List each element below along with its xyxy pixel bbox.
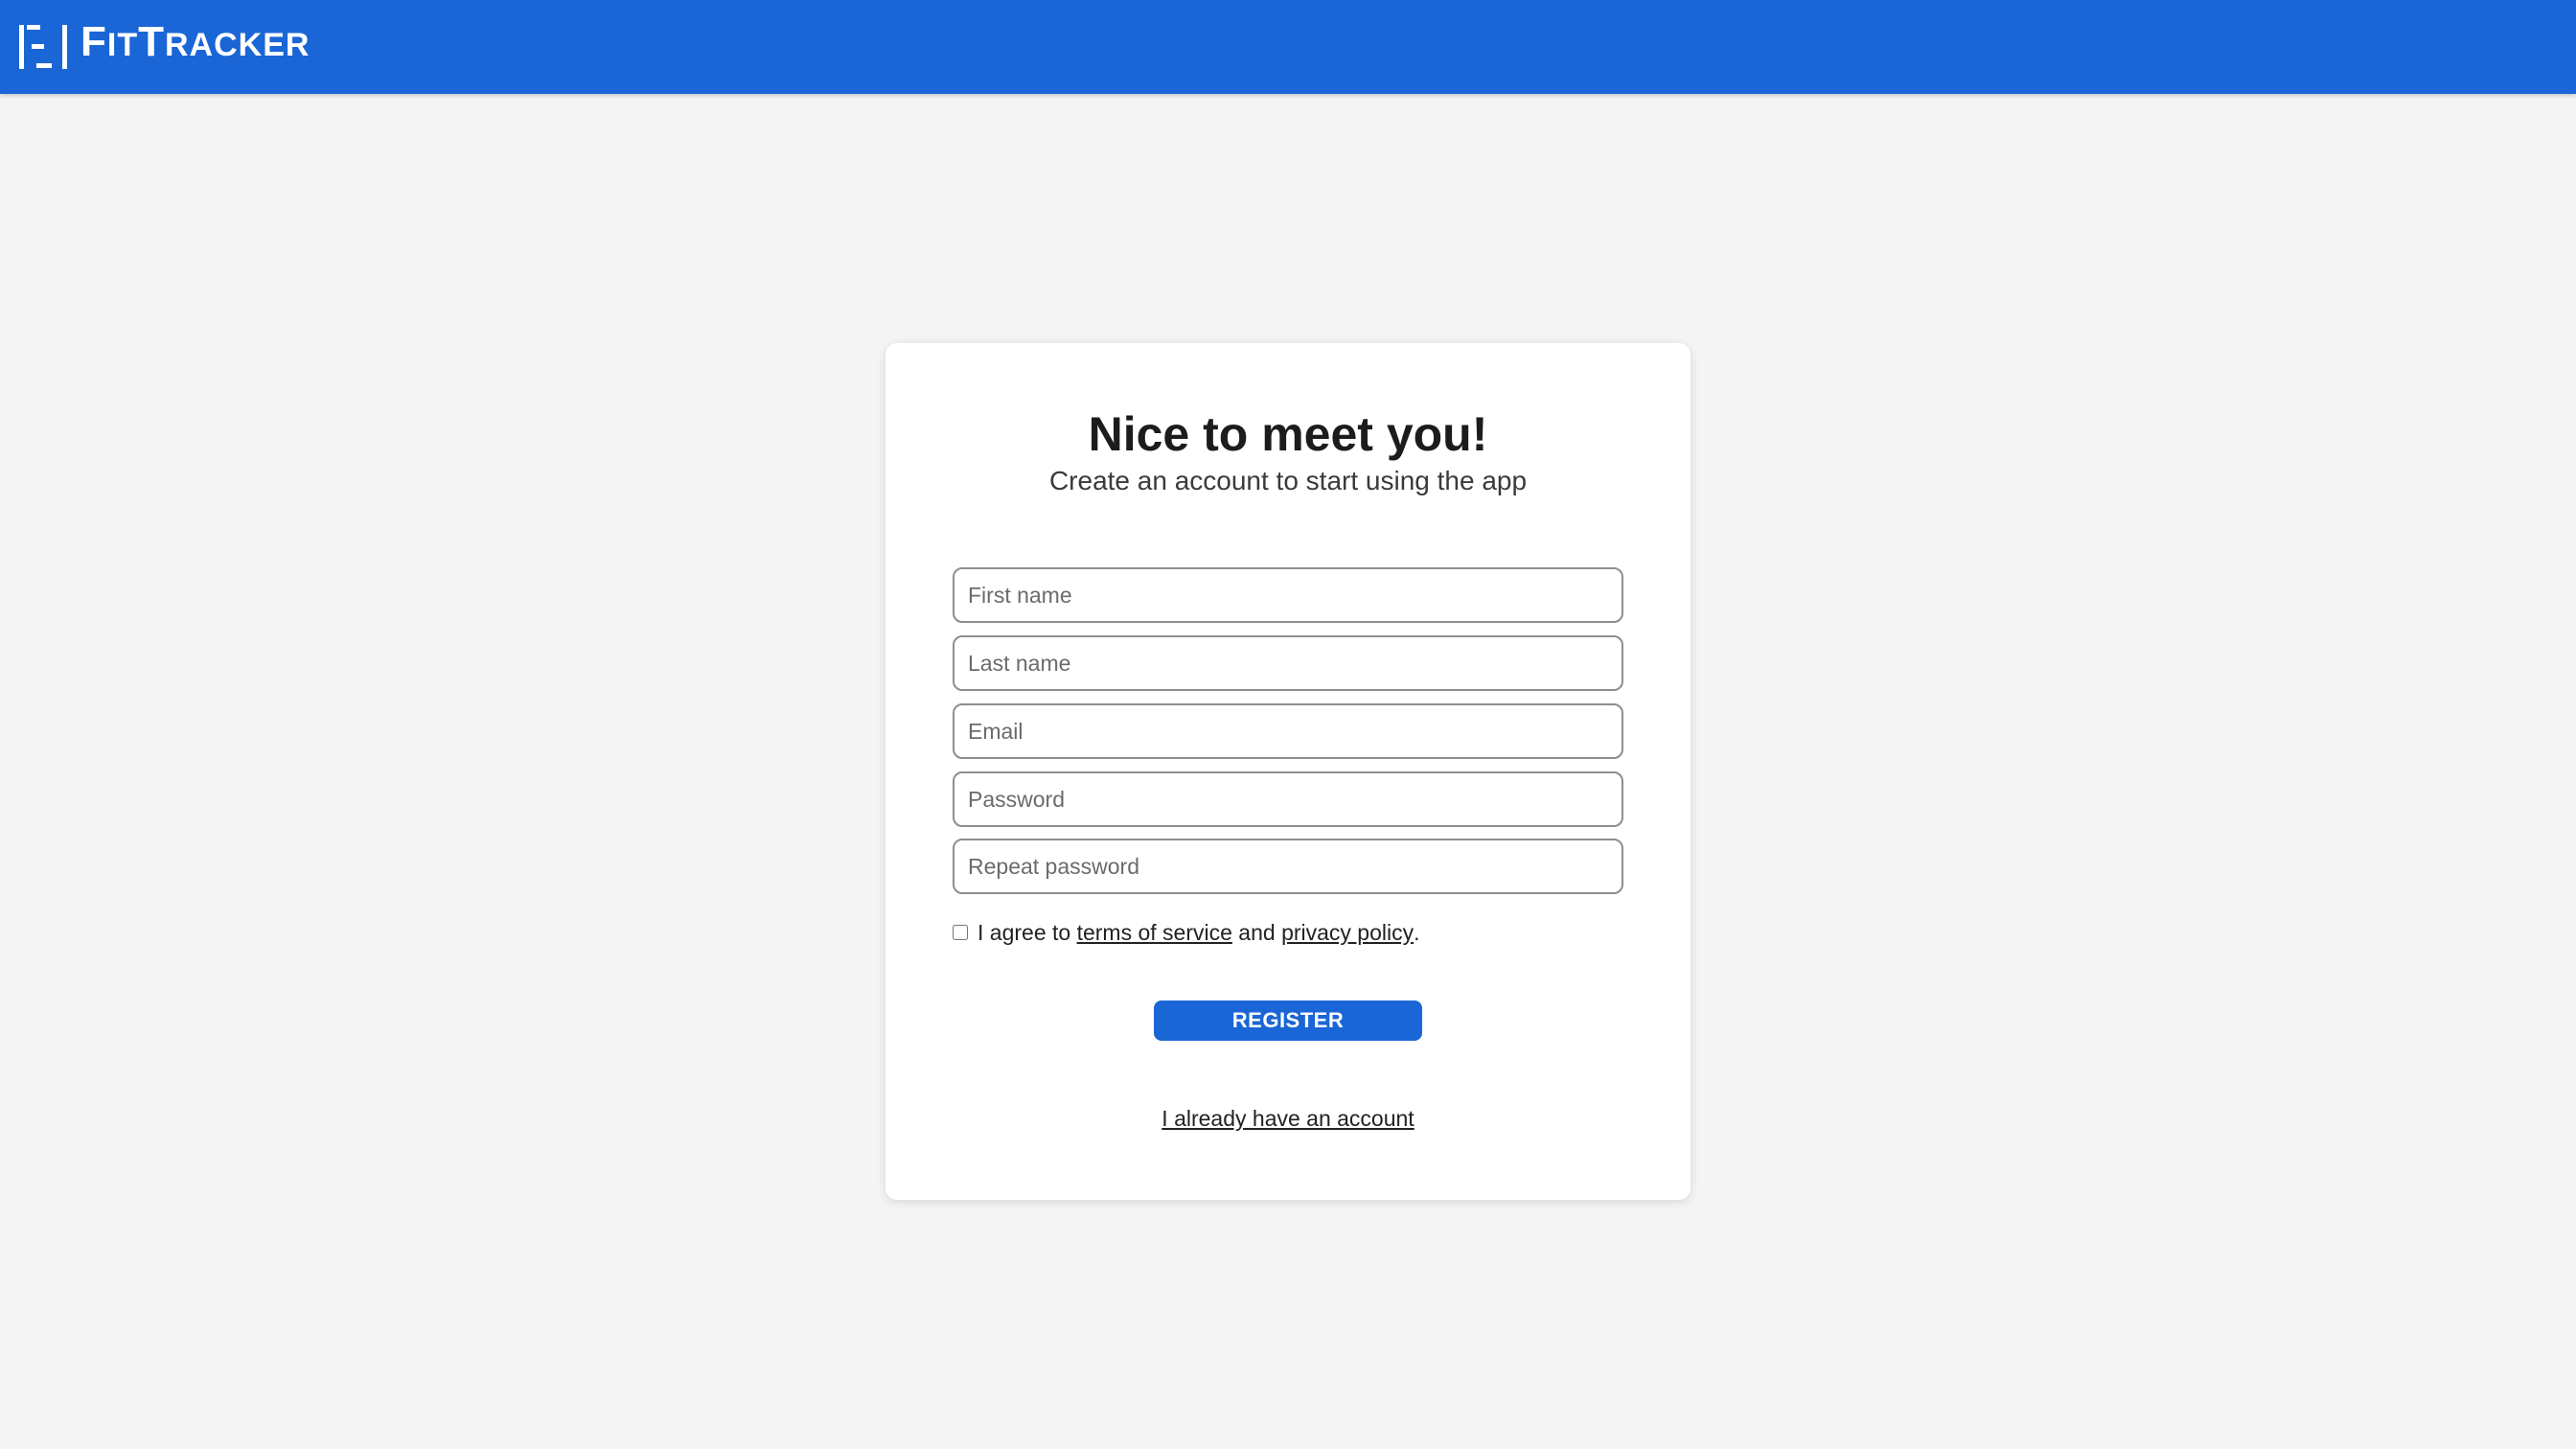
password-input[interactable] [953, 771, 1623, 827]
top-app-bar: FITTRACKER [0, 0, 2576, 94]
agree-suffix-text: . [1414, 919, 1420, 945]
fittracker-logo-icon [19, 25, 67, 69]
agree-checkbox[interactable] [953, 925, 968, 940]
app-logo[interactable]: FITTRACKER [19, 18, 310, 71]
register-card: Nice to meet you! Create an account to s… [886, 343, 1690, 1200]
login-link-container: I already have an account [886, 1106, 1690, 1132]
last-name-input[interactable] [953, 635, 1623, 691]
terms-of-service-link[interactable]: terms of service [1077, 920, 1232, 946]
agree-middle-text: and [1238, 919, 1276, 945]
page-title: Nice to meet you! [1088, 407, 1488, 461]
agree-prefix-text: I agree to [978, 919, 1071, 945]
email-input[interactable] [953, 703, 1623, 759]
page-subtitle: Create an account to start using the app [1048, 466, 1528, 495]
repeat-password-input[interactable] [953, 839, 1623, 894]
terms-agreement: I agree to terms of service and privacy … [953, 918, 1420, 947]
privacy-policy-link[interactable]: privacy policy [1281, 920, 1414, 946]
first-name-input[interactable] [953, 567, 1623, 623]
already-have-account-link[interactable]: I already have an account [1162, 1106, 1414, 1131]
register-button[interactable]: REGISTER [1154, 1000, 1422, 1041]
app-logo-text: FITTRACKER [80, 18, 310, 65]
